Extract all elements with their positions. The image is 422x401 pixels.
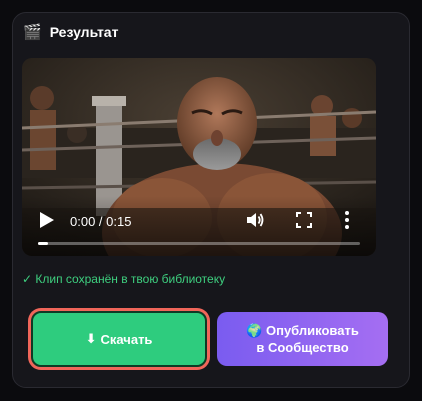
download-icon: ⬇ bbox=[85, 331, 97, 346]
result-header: 🎬 Результат bbox=[23, 24, 118, 40]
result-title: Результат bbox=[49, 24, 119, 40]
globe-icon: 🌍 bbox=[246, 323, 263, 338]
video-player[interactable]: 0:00 / 0:15 bbox=[22, 58, 376, 256]
clapper-board-icon: 🎬 bbox=[23, 23, 42, 41]
more-options-icon[interactable] bbox=[344, 210, 350, 230]
publish-label-line2: в Сообщество bbox=[256, 340, 349, 355]
video-controls: 0:00 / 0:15 bbox=[22, 196, 376, 256]
volume-icon[interactable] bbox=[246, 211, 264, 229]
saved-status-text: ✓ Клип сохранён в твою библиотеку bbox=[22, 272, 226, 286]
publish-label: 🌍 Опубликовать в Сообщество bbox=[246, 322, 359, 356]
video-time: 0:00 / 0:15 bbox=[70, 214, 132, 229]
publish-label-text1: Опубликовать bbox=[265, 323, 359, 338]
publish-to-community-button[interactable]: 🌍 Опубликовать в Сообщество bbox=[217, 312, 388, 366]
download-label: Скачать bbox=[100, 331, 153, 347]
video-progress-fill bbox=[38, 242, 48, 245]
fullscreen-icon[interactable] bbox=[296, 212, 312, 228]
play-icon[interactable] bbox=[40, 212, 54, 228]
download-button[interactable]: ⬇ Скачать bbox=[31, 311, 207, 367]
publish-label-line1: 🌍 Опубликовать bbox=[246, 322, 359, 339]
video-progress-bar[interactable] bbox=[38, 242, 360, 245]
